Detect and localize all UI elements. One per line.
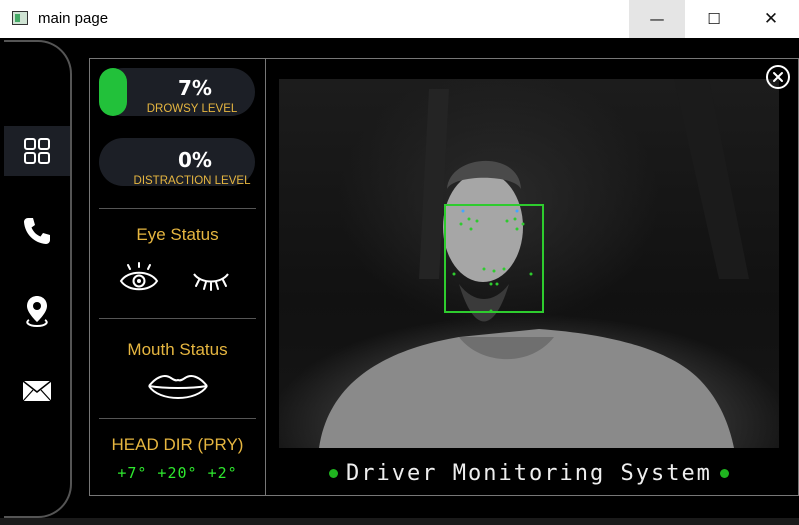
eye-status-title: Eye Status [136,225,219,244]
drowsy-level-bar [99,68,127,116]
bottom-strip [0,518,799,525]
title-bar: main page — ☐ ✕ [0,0,799,38]
close-window-button[interactable]: ✕ [743,0,799,38]
mail-icon [22,380,52,402]
divider [99,418,256,419]
maximize-button[interactable]: ☐ [686,0,742,38]
window-title: main page [38,10,109,27]
sidebar-item-location[interactable] [4,286,70,336]
divider [99,208,256,209]
phone-icon [24,218,50,244]
location-pin-icon [26,296,48,328]
mouth-status-title: Mouth Status [127,340,228,359]
system-title: Driver Monitoring System [346,460,712,486]
head-direction-values: +7° +20° +2° [117,464,238,482]
grid-icon [24,138,50,164]
app-icon [12,11,28,25]
status-panel: 7% DROWSY LEVEL 0% DISTRACTION LEVEL Eye… [89,58,266,496]
minimize-button[interactable]: — [629,0,685,38]
distraction-level-card: 0% DISTRACTION LEVEL [99,138,255,187]
sidebar-item-call[interactable] [4,206,70,256]
status-dot-left [329,468,339,478]
divider [99,318,256,319]
lips-icon [148,375,208,399]
system-title-bar: Driver Monitoring System [279,455,779,491]
camera-feed [279,79,779,448]
close-feed-button[interactable] [766,65,790,89]
distraction-level-value: 0% [178,148,212,172]
sidebar-item-dashboard[interactable] [4,126,70,176]
eye-open-icon [119,262,159,291]
close-icon [773,72,783,82]
distraction-level-label: DISTRACTION LEVEL [133,175,251,187]
head-direction-title: HEAD DIR (PRY) [111,435,244,454]
drowsy-level-value: 7% [178,76,212,100]
eye-closed-icon [193,273,229,291]
sidebar [4,40,72,518]
status-dot-right [719,468,729,478]
sidebar-item-message[interactable] [4,366,70,416]
drowsy-level-label: DROWSY LEVEL [146,103,238,115]
driver-silhouette [319,79,749,448]
